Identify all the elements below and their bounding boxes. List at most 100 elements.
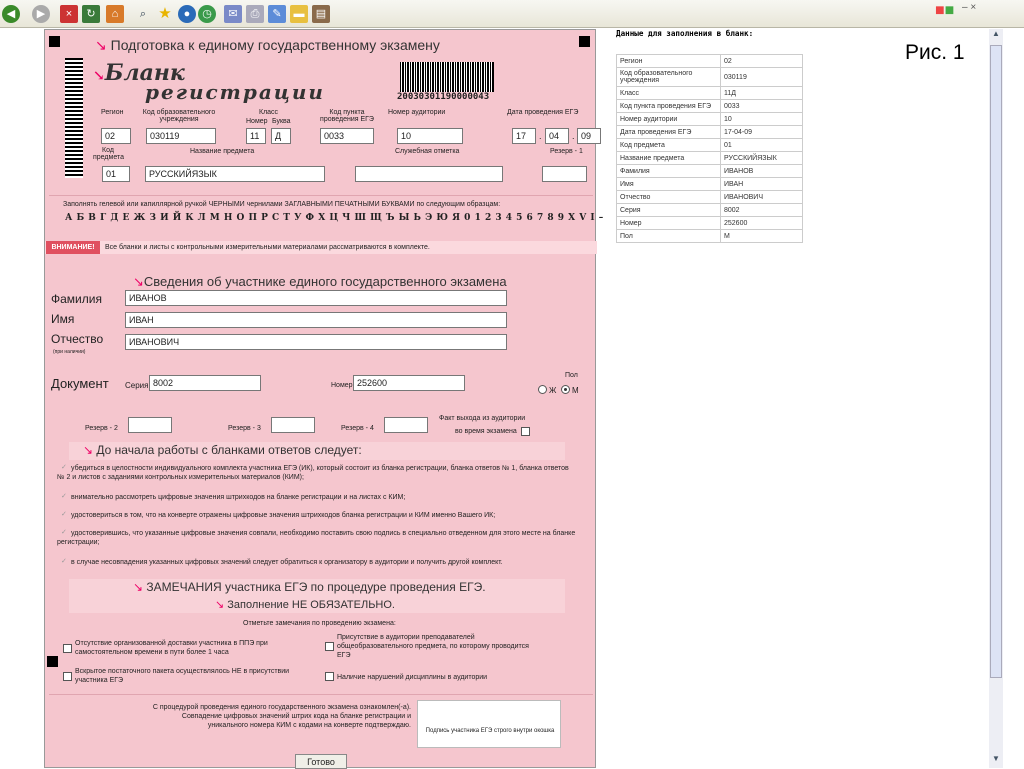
number-label: Номер [331,382,353,389]
gender-m-label: М [572,386,579,395]
exit-fact-label2: во время экзамена [455,428,517,435]
reserve2-field[interactable] [128,417,172,433]
year-field[interactable]: 09 [577,128,601,144]
vertical-barcode [65,58,83,178]
row-label: Фамилия [616,164,721,178]
mail-icon[interactable]: ✉ [224,5,242,23]
remark-3-label: Вскрытое постаточного пакета осуществлял… [75,668,290,684]
barcode [400,62,494,92]
history-icon[interactable]: ◷ [198,5,216,23]
arrow-icon: ↘ [215,599,225,611]
class-label: Класс [259,109,279,116]
name-field[interactable]: ИВАН [125,312,507,328]
service-mark-field[interactable] [355,166,503,182]
row-label: Номер аудитории [616,112,721,126]
surname-field[interactable]: ИВАНОВ [125,290,507,306]
row-value: М [720,229,803,243]
school-code-field[interactable]: 030119 [146,128,216,144]
done-button[interactable]: Готово [295,754,347,769]
row-value: ИВАНОВ [720,164,803,178]
barcode-number: 20030301190000043 [397,92,490,102]
month-field[interactable]: 04 [545,128,569,144]
registration-form: ↘ Подготовка к единому государственному … [44,29,603,769]
stop-icon[interactable]: × [60,5,78,23]
signature-box[interactable] [417,700,561,748]
remark-4-label: Наличие нарушений дисциплины в аудитории [337,674,488,681]
class-num-field[interactable]: 11 [246,128,266,144]
table-row: Пол М [616,229,803,243]
row-label: Регион [616,54,721,68]
form-header: ↘ Подготовка к единому государственному … [95,37,440,53]
region-field[interactable]: 02 [101,128,131,144]
table-row: Отчество ИВАНОВИЧ [616,190,803,204]
exam-point-field[interactable]: 0033 [320,128,374,144]
table-row: Код образовательного учреждения 030119 [616,67,803,87]
series-label: Серия [125,381,149,390]
corner-marker [47,656,58,667]
row-label: Отчество [616,190,721,204]
window-controls[interactable]: – × [962,2,976,13]
exam-point-label: Код пункта проведения ЕГЭ [320,109,374,123]
folder-icon[interactable]: ▬ [290,5,308,23]
agreement-text: С процедурой проведения единого государс… [152,704,411,729]
edit-icon[interactable]: ✎ [268,5,286,23]
remark-4-checkbox[interactable] [325,672,334,681]
before-section-title: ↘ До начала работы с бланками ответов сл… [83,443,362,457]
row-value: 252600 [720,216,803,230]
remark-1-checkbox[interactable] [63,644,72,653]
table-row: Номер аудитории 10 [616,112,803,126]
print-icon[interactable]: ⎙ [246,5,264,23]
gender-f-radio[interactable] [538,385,547,394]
day-field[interactable]: 17 [512,128,536,144]
warning-text: Все бланки и листы с контрольными измери… [105,244,430,251]
series-field[interactable]: 8002 [149,375,261,391]
class-letter-field[interactable]: Д [271,128,291,144]
table-row: Регион 02 [616,54,803,68]
row-label: Код предмета [616,138,721,152]
reserve3-field[interactable] [271,417,315,433]
row-label: Код образовательного учреждения [616,67,721,87]
side-heading: Данные для заполнения в бланк: [616,29,754,38]
subject-name-field[interactable]: РУССКИЙЯЗЫК [145,166,325,182]
row-value: 02 [720,54,803,68]
forward-icon[interactable]: ▶ [32,5,50,23]
gender-m-radio[interactable] [561,385,570,394]
number-field[interactable]: 252600 [353,375,465,391]
home-icon[interactable]: ⌂ [106,5,124,23]
scroll-down-icon[interactable]: ▼ [990,754,1002,768]
arrow-icon: ↘ [83,443,94,457]
reserve1-label: Резерв - 1 [550,148,583,155]
row-label: Код пункта проведения ЕГЭ [616,99,721,113]
room-field[interactable]: 10 [397,128,463,144]
scrollbar-thumb[interactable] [990,45,1002,678]
patronymic-label: Отчество [51,332,104,346]
row-label: Название предмета [616,151,721,165]
row-label: Номер [616,216,721,230]
school-code-label: Код образовательного учреждения [142,109,216,123]
refresh-icon[interactable]: ↻ [82,5,100,23]
remark-3-checkbox[interactable] [63,672,72,681]
exit-fact-checkbox[interactable] [521,427,530,436]
scroll-up-icon[interactable]: ▲ [990,29,1002,43]
corner-marker [579,36,590,47]
reserve1-field[interactable] [542,166,587,182]
row-label: Класс [616,86,721,100]
patronymic-field[interactable]: ИВАНОВИЧ [125,334,507,350]
research-icon[interactable]: ▤ [312,5,330,23]
step-1: убедиться в целостности индивидуального … [57,465,569,481]
subject-code-field[interactable]: 01 [102,166,130,182]
remark-2-checkbox[interactable] [325,642,334,651]
room-label: Номер аудитории [388,109,446,116]
reserve2-label: Резерв - 2 [85,425,118,432]
windows-logo-icon: ■■ [935,2,955,19]
remark-2-label: Присутствие в аудитории преподавателей о… [337,634,529,659]
reserve3-label: Резерв - 3 [228,425,261,432]
remarks-title: ↘ ЗАМЕЧАНИЯ участника ЕГЭ по процедуре п… [133,580,486,594]
media-icon[interactable]: ● [178,5,196,23]
favorites-icon[interactable]: ★ [156,5,174,23]
exit-fact-label: Факт выхода из аудитории [439,415,526,422]
table-row: Дата проведения ЕГЭ 17-04-09 [616,125,803,139]
search-icon[interactable]: ⌕ [134,5,152,23]
back-icon[interactable]: ◀ [2,5,20,23]
reserve4-field[interactable] [384,417,428,433]
